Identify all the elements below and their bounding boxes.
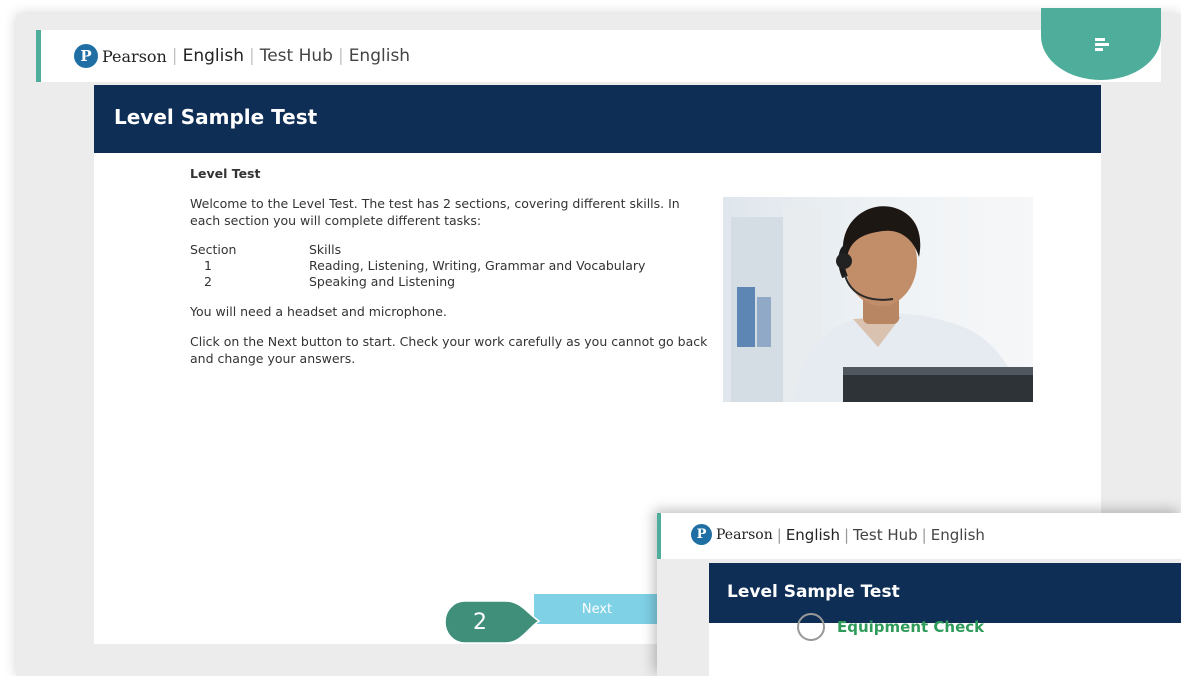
photo-illustration — [723, 197, 1033, 402]
brand-separator: | — [337, 46, 344, 66]
pearson-logo-icon: P — [691, 524, 712, 545]
brand-separator: | — [776, 525, 782, 544]
table-header-section: Section — [190, 242, 237, 257]
menu-button[interactable] — [1041, 8, 1161, 80]
intro-text: Welcome to the Level Test. The test has … — [190, 196, 680, 228]
section-skills: Reading, Listening, Writing, Grammar and… — [309, 258, 646, 273]
section-subtitle: Level Test — [190, 166, 261, 181]
equipment-check-label: Equipment Check — [837, 618, 985, 636]
section-skills: Speaking and Listening — [309, 274, 456, 289]
overlay-window: P Pearson | English | Test Hub | English… — [657, 513, 1181, 676]
brand-separator: | — [921, 525, 927, 544]
section-number: 1 — [204, 258, 212, 273]
next-button[interactable]: Next — [534, 594, 660, 624]
instructions-text: Click on the Next button to start. Check… — [190, 334, 708, 366]
table-header-skills: Skills — [309, 242, 342, 257]
table-row: 2 Speaking and Listening — [190, 274, 645, 290]
language-selector[interactable]: English — [931, 526, 985, 544]
language-selector[interactable]: English — [349, 46, 410, 66]
title-bar: Level Sample Test — [94, 85, 1101, 153]
menu-icon — [1095, 38, 1109, 53]
equipment-note: You will need a headset and microphone. — [190, 304, 447, 319]
header-accent-bar — [657, 513, 661, 559]
overlay-page-title: Level Sample Test — [727, 582, 900, 602]
brand-product: English — [785, 525, 840, 544]
sections-table: Section Skills 1 Reading, Listening, Wri… — [190, 242, 645, 290]
brand-app: Test Hub — [853, 525, 918, 544]
brand-separator: | — [843, 525, 850, 544]
app-header: P Pearson | English | Test Hub | English — [36, 8, 1161, 82]
brand-name: Pearson — [716, 526, 773, 543]
pearson-logo-icon: P — [74, 44, 98, 68]
brand-app: Test Hub — [259, 46, 333, 66]
intro-section: Level Test Welcome to the Level Test. Th… — [190, 165, 710, 380]
equipment-check-icon — [797, 613, 825, 641]
page-title: Level Sample Test — [114, 105, 318, 129]
step-callout: 2 — [443, 599, 543, 645]
step-number: 2 — [473, 609, 487, 635]
section-number: 2 — [204, 274, 212, 289]
table-header-row: Section Skills — [190, 242, 645, 258]
brand-name: Pearson — [102, 46, 167, 66]
overlay-brand[interactable]: P Pearson | English | Test Hub | English — [691, 524, 985, 545]
brand-separator: | — [171, 46, 178, 66]
headset-user-photo — [723, 197, 1033, 402]
overlay-header: P Pearson | English | Test Hub | English — [657, 513, 1181, 559]
header-accent-bar — [36, 30, 41, 82]
brand-product: English — [182, 46, 244, 66]
equipment-check-heading: Equipment Check — [797, 613, 984, 641]
table-row: 1 Reading, Listening, Writing, Grammar a… — [190, 258, 645, 274]
brand-separator: | — [248, 46, 255, 66]
brand[interactable]: P Pearson | English | Test Hub | English — [74, 42, 410, 70]
